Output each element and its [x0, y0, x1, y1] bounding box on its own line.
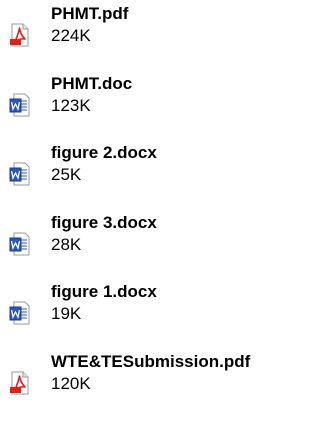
file-size: 120K [51, 374, 91, 393]
file-size: 224K [51, 26, 91, 45]
word-doc-icon[interactable] [8, 93, 32, 117]
attachment-item-figure-2-docx[interactable]: figure 2.docx 25K [0, 142, 332, 202]
file-name[interactable]: PHMT.doc [51, 73, 132, 95]
word-doc-icon[interactable] [8, 162, 32, 186]
pdf-icon[interactable] [8, 23, 32, 47]
attachment-item-phmt-doc[interactable]: PHMT.doc 123K [0, 73, 332, 133]
attachment-item-wte-te-submission-pdf[interactable]: WTE&TESubmission.pdf 120K [0, 351, 332, 411]
attachment-item-figure-1-docx[interactable]: figure 1.docx 19K [0, 281, 332, 341]
file-name[interactable]: figure 1.docx [51, 281, 157, 303]
file-size: 25K [51, 165, 82, 184]
file-name[interactable]: WTE&TESubmission.pdf [51, 351, 250, 373]
word-doc-icon[interactable] [8, 301, 32, 325]
file-name[interactable]: figure 3.docx [51, 212, 157, 234]
file-name[interactable]: figure 2.docx [51, 142, 157, 164]
file-size: 19K [51, 304, 82, 323]
file-name[interactable]: PHMT.pdf [51, 3, 128, 25]
attachment-item-figure-3-docx[interactable]: figure 3.docx 28K [0, 212, 332, 272]
attachment-item-phmt-pdf[interactable]: PHMT.pdf 224K [0, 3, 332, 63]
word-doc-icon[interactable] [8, 232, 32, 256]
file-size: 28K [51, 235, 82, 254]
pdf-icon[interactable] [8, 371, 32, 395]
file-size: 123K [51, 96, 91, 115]
